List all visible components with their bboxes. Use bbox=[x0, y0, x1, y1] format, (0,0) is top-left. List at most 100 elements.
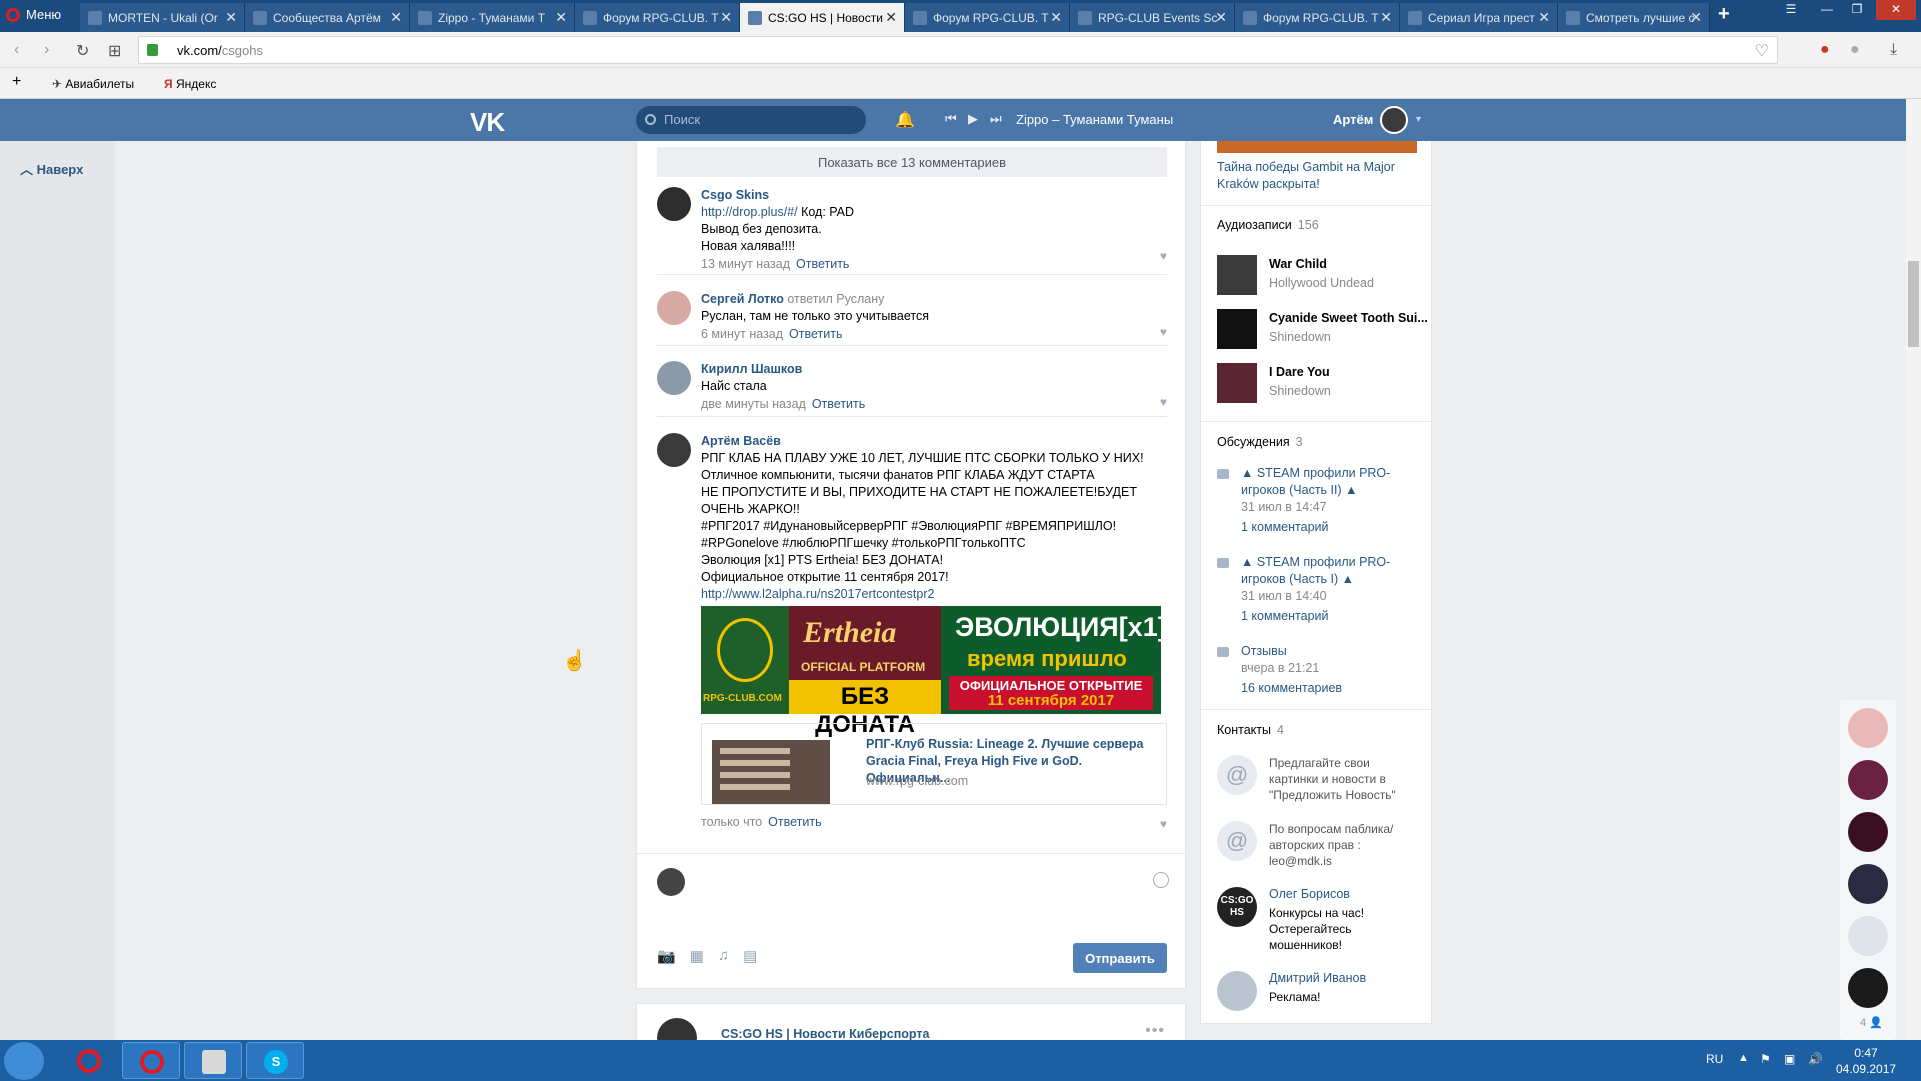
user-avatar[interactable] bbox=[1380, 106, 1408, 134]
system-clock[interactable]: 0:47 04.09.2017 bbox=[1836, 1045, 1896, 1077]
like-heart-icon[interactable]: ♥ bbox=[1160, 249, 1167, 263]
like-heart-icon[interactable]: ♥ bbox=[1160, 395, 1167, 409]
close-icon[interactable]: ✕ bbox=[1538, 9, 1550, 26]
comment-composer[interactable] bbox=[637, 853, 1187, 923]
avatar[interactable] bbox=[657, 433, 691, 467]
bookmark-heart-icon[interactable]: ♡ bbox=[1755, 41, 1769, 61]
comment-author[interactable]: Артём Васёв bbox=[701, 433, 1161, 450]
speed-dial-icon[interactable]: ⊞ bbox=[108, 41, 121, 61]
start-button[interactable] bbox=[4, 1042, 44, 1080]
chat-avatar[interactable] bbox=[1848, 760, 1888, 800]
tab-morten[interactable]: MORTEN - Ukali (Or ✕ bbox=[80, 3, 245, 32]
taskbar-opera[interactable] bbox=[60, 1042, 118, 1079]
tab-zippo[interactable]: Zippo - Туманами Т ✕ bbox=[410, 3, 575, 32]
taskbar-opera-active[interactable] bbox=[122, 1042, 180, 1079]
opera-vpn-icon[interactable]: ● bbox=[1820, 41, 1830, 59]
hashtags[interactable]: #RPGonelove #люблюРПГшечку #толькоРПГтол… bbox=[701, 535, 1161, 552]
chat-avatar[interactable] bbox=[1848, 864, 1888, 904]
link-preview-card[interactable]: РПГ-Клуб Russia: Lineage 2. Лучшие серве… bbox=[701, 723, 1167, 805]
comment-author[interactable]: Кирилл Шашков bbox=[701, 361, 1161, 378]
tab-series[interactable]: Сериал Игра прест ✕ bbox=[1400, 3, 1558, 32]
show-all-comments-button[interactable]: Показать все 13 комментариев bbox=[657, 147, 1167, 177]
prev-track-icon[interactable]: ⏮ bbox=[945, 111, 957, 127]
close-icon[interactable]: ✕ bbox=[555, 9, 567, 26]
tab-rpg-events[interactable]: RPG-CLUB Events Sc ✕ bbox=[1070, 3, 1235, 32]
chat-avatar[interactable] bbox=[1848, 968, 1888, 1008]
forward-icon[interactable]: › bbox=[44, 41, 49, 59]
camera-icon[interactable]: 📷 bbox=[657, 947, 676, 965]
extension-icon[interactable]: ● bbox=[1850, 41, 1860, 59]
tab-csgohs[interactable]: CS:GO HS | Новости ✕ bbox=[740, 3, 905, 32]
comment-author[interactable]: Сергей Лотко bbox=[701, 292, 784, 306]
close-icon[interactable]: ✕ bbox=[225, 9, 237, 26]
avatar[interactable] bbox=[657, 361, 691, 395]
reload-icon[interactable]: ↻ bbox=[76, 41, 89, 61]
like-heart-icon[interactable]: ♥ bbox=[1160, 325, 1167, 339]
add-bookmark-plus-icon[interactable]: + bbox=[12, 73, 21, 91]
close-icon[interactable]: ✕ bbox=[1380, 9, 1392, 26]
new-tab-plus-icon[interactable]: + bbox=[1718, 3, 1730, 26]
music-icon[interactable]: ♫ bbox=[718, 947, 729, 965]
download-icon[interactable]: ⤓ bbox=[1890, 41, 1897, 59]
page-scrollbar[interactable] bbox=[1906, 99, 1921, 1040]
notifications-bell-icon[interactable]: 🔔 bbox=[895, 110, 915, 130]
chat-avatar[interactable] bbox=[1848, 812, 1888, 852]
chat-avatar[interactable] bbox=[1848, 708, 1888, 748]
close-icon[interactable]: ✕ bbox=[1215, 9, 1227, 26]
maximize-icon[interactable]: ❐ bbox=[1844, 0, 1870, 20]
close-icon[interactable]: ✕ bbox=[1050, 9, 1062, 26]
close-icon[interactable]: ✕ bbox=[885, 9, 897, 26]
comment-link[interactable]: http://www.l2alpha.ru/ns2017ertcontestpr… bbox=[701, 587, 934, 601]
scroll-to-top-link[interactable]: ︿ Наверх bbox=[20, 159, 83, 178]
url-field[interactable]: vk.com/csgohs ♡ bbox=[138, 36, 1778, 64]
hashtags[interactable]: #РПГ2017 #ИдунановыйсерверРПГ #ЭволюцияР… bbox=[701, 518, 1161, 535]
network-icon[interactable]: ▣ bbox=[1784, 1052, 1795, 1066]
reply-button[interactable]: Ответить bbox=[812, 397, 865, 411]
close-icon[interactable]: ✕ bbox=[390, 9, 402, 26]
flag-icon[interactable]: ⚑ bbox=[1760, 1052, 1771, 1066]
scrollbar-thumb[interactable] bbox=[1908, 261, 1919, 347]
bookmark-yandex[interactable]: Я Яндекс bbox=[164, 77, 216, 91]
comment-author[interactable]: Csgo Skins bbox=[701, 187, 1161, 204]
camera-icon[interactable] bbox=[1848, 916, 1888, 956]
article-image[interactable] bbox=[1217, 141, 1417, 153]
taskbar-notepad[interactable] bbox=[184, 1042, 242, 1079]
back-icon[interactable]: ‹ bbox=[14, 41, 19, 59]
volume-icon[interactable]: 🔊 bbox=[1808, 1052, 1823, 1066]
close-icon[interactable]: ✕ bbox=[720, 9, 732, 26]
tray-arrow-icon[interactable]: ▲ bbox=[1738, 1052, 1749, 1064]
window-close-icon[interactable]: ✕ bbox=[1876, 0, 1916, 20]
more-options-icon[interactable]: ••• bbox=[1145, 1022, 1165, 1040]
video-icon[interactable]: ▦ bbox=[690, 947, 704, 965]
user-name[interactable]: Артём bbox=[1333, 112, 1373, 127]
bookmark-flights[interactable]: ✈ Авиабилеты bbox=[52, 77, 134, 91]
audio-header[interactable]: Аудиозаписи 156 bbox=[1217, 218, 1319, 232]
contacts-header[interactable]: Контакты 4 bbox=[1217, 723, 1284, 737]
chevron-down-icon[interactable]: ▼ bbox=[1414, 114, 1423, 124]
emoji-icon[interactable] bbox=[1153, 872, 1169, 888]
post-author[interactable]: CS:GO HS | Новости Киберспорта bbox=[721, 1027, 929, 1041]
reply-button[interactable]: Ответить bbox=[789, 327, 842, 341]
promo-banner-image[interactable]: RPG-CLUB.COM Ertheia OFFICIAL PLATFORM БЕЗ… bbox=[701, 606, 1167, 738]
play-icon[interactable]: ▶ bbox=[968, 111, 978, 127]
comment-link[interactable]: http://drop.plus/#/ bbox=[701, 205, 798, 219]
tab-rpg-forum[interactable]: Форум RPG-CLUB. T ✕ bbox=[575, 3, 740, 32]
send-button[interactable]: Отправить bbox=[1073, 943, 1167, 973]
taskbar-skype[interactable]: S bbox=[246, 1042, 304, 1079]
search-input[interactable]: Поиск bbox=[636, 106, 866, 134]
tab-rpg-forum-3[interactable]: Форум RPG-CLUB. T ✕ bbox=[1235, 3, 1400, 32]
tab-rpg-forum-2[interactable]: Форум RPG-CLUB. T ✕ bbox=[905, 3, 1070, 32]
now-playing-track[interactable]: Zippo – Туманами Туманы bbox=[1016, 112, 1173, 127]
browser-menu-button[interactable]: Меню bbox=[6, 7, 61, 22]
reply-button[interactable]: Ответить bbox=[796, 257, 849, 271]
tab-watch[interactable]: Смотреть лучшие с ✕ bbox=[1558, 3, 1710, 32]
article-link[interactable]: Тайна победы Gambit на Major Kraków раск… bbox=[1217, 159, 1417, 193]
document-icon[interactable]: ▤ bbox=[743, 947, 757, 965]
tab-communities[interactable]: Сообщества Артём ✕ bbox=[245, 3, 410, 32]
minimize-icon[interactable]: — bbox=[1814, 0, 1840, 20]
language-indicator[interactable]: RU bbox=[1706, 1052, 1723, 1066]
tab-menu-icon[interactable]: ☰ bbox=[1778, 0, 1804, 20]
next-track-icon[interactable]: ⏭ bbox=[990, 111, 1002, 127]
like-heart-icon[interactable]: ♥ bbox=[1160, 817, 1167, 831]
close-icon[interactable]: ✕ bbox=[1690, 9, 1702, 26]
